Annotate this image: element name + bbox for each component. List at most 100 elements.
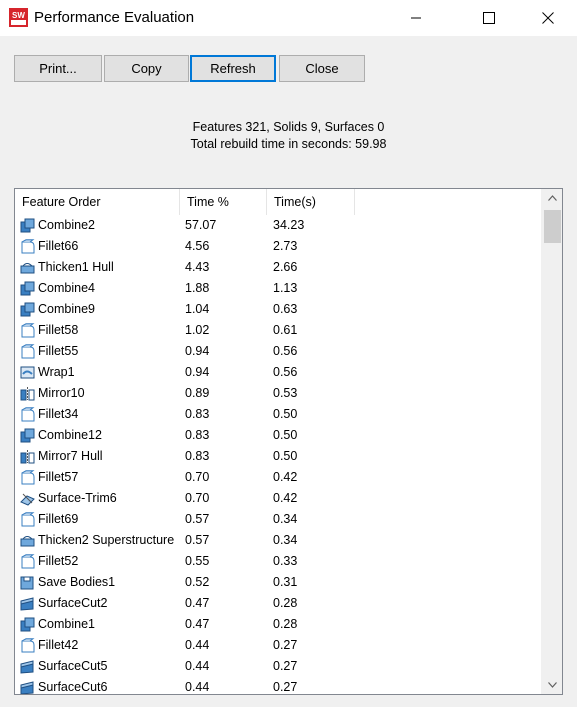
- feature-name: SurfaceCut6: [38, 680, 108, 694]
- print-button[interactable]: Print...: [14, 55, 102, 82]
- table-row[interactable]: Fillet66 4.56 2.73: [15, 236, 542, 257]
- feature-list[interactable]: Feature Order Time % Time(s) Combine2 57.…: [14, 188, 563, 695]
- close-window-button[interactable]: [525, 0, 571, 36]
- column-header-time-seconds[interactable]: Time(s): [267, 189, 355, 215]
- combine-icon: [20, 281, 35, 296]
- chevron-down-icon: [547, 682, 557, 688]
- minimize-button[interactable]: [393, 0, 439, 36]
- table-row[interactable]: SurfaceCut5 0.44 0.27: [15, 656, 542, 677]
- fillet-icon: [21, 470, 35, 485]
- minimize-icon: [411, 17, 421, 19]
- fillet-icon: [21, 638, 35, 653]
- column-header-feature-order[interactable]: Feature Order: [15, 189, 180, 215]
- table-row[interactable]: Mirror7 Hull 0.83 0.50: [15, 446, 542, 467]
- table-row[interactable]: Mirror10 0.89 0.53: [15, 383, 542, 404]
- feature-name: Fillet34: [38, 407, 79, 421]
- table-row[interactable]: Fillet42 0.44 0.27: [15, 635, 542, 656]
- feature-name: Fillet42: [38, 638, 79, 652]
- table-row[interactable]: Fillet55 0.94 0.56: [15, 341, 542, 362]
- time-seconds: 0.56: [273, 365, 298, 379]
- table-row[interactable]: Thicken2 Superstructure 0.57 0.34: [15, 530, 542, 551]
- time-percent: 0.83: [185, 407, 210, 421]
- time-seconds: 2.66: [273, 260, 298, 274]
- feature-name: Fillet55: [38, 344, 79, 358]
- feature-name: SurfaceCut2: [38, 596, 108, 610]
- feature-name: Combine2: [38, 218, 95, 232]
- time-seconds: 0.33: [273, 554, 298, 568]
- surface-cut-icon: [20, 597, 34, 611]
- time-seconds: 34.23: [273, 218, 305, 232]
- surface-cut-icon: [20, 660, 34, 674]
- time-seconds: 0.56: [273, 344, 298, 358]
- wrap-icon: [20, 366, 35, 379]
- time-percent: 0.44: [185, 659, 210, 673]
- summary-rebuild-time: Total rebuild time in seconds: 59.98: [190, 137, 387, 151]
- surface-cut-icon: [20, 681, 34, 694]
- time-seconds: 0.63: [273, 302, 298, 316]
- time-seconds: 0.42: [273, 491, 298, 505]
- feature-name: Surface-Trim6: [38, 491, 117, 505]
- scrollbar-thumb[interactable]: [544, 210, 561, 243]
- table-row[interactable]: Fillet58 1.02 0.61: [15, 320, 542, 341]
- table-row[interactable]: Wrap1 0.94 0.56: [15, 362, 542, 383]
- time-percent: 0.70: [185, 470, 210, 484]
- list-header: Feature Order Time % Time(s): [15, 189, 535, 215]
- time-percent: 0.47: [185, 596, 210, 610]
- summary-counts: Features 321, Solids 9, Surfaces 0: [192, 120, 385, 134]
- column-header-time-percent[interactable]: Time %: [180, 189, 267, 215]
- time-seconds: 1.13: [273, 281, 298, 295]
- time-seconds: 0.27: [273, 680, 298, 694]
- time-seconds: 0.34: [273, 533, 298, 547]
- time-percent: 0.44: [185, 638, 210, 652]
- table-row[interactable]: Combine1 0.47 0.28: [15, 614, 542, 635]
- scroll-down-button[interactable]: [542, 676, 562, 694]
- time-seconds: 0.31: [273, 575, 298, 589]
- table-row[interactable]: Fillet57 0.70 0.42: [15, 467, 542, 488]
- table-row[interactable]: Fillet69 0.57 0.34: [15, 509, 542, 530]
- time-seconds: 0.28: [273, 617, 298, 631]
- window-title: Performance Evaluation: [34, 9, 195, 26]
- time-percent: 0.55: [185, 554, 210, 568]
- feature-name: Mirror7 Hull: [38, 449, 103, 463]
- close-button[interactable]: Close: [279, 55, 365, 82]
- table-row[interactable]: Save Bodies1 0.52 0.31: [15, 572, 542, 593]
- combine-icon: [20, 218, 35, 233]
- scroll-up-button[interactable]: [542, 189, 562, 207]
- table-row[interactable]: Combine9 1.04 0.63: [15, 299, 542, 320]
- time-percent: 0.57: [185, 533, 210, 547]
- table-row[interactable]: Fillet52 0.55 0.33: [15, 551, 542, 572]
- time-percent: 0.70: [185, 491, 210, 505]
- copy-button[interactable]: Copy: [104, 55, 189, 82]
- time-percent: 0.83: [185, 428, 210, 442]
- time-percent: 0.52: [185, 575, 210, 589]
- maximize-button[interactable]: [466, 0, 512, 36]
- table-row[interactable]: SurfaceCut6 0.44 0.27: [15, 677, 542, 694]
- feature-name: Thicken2 Superstructure: [38, 533, 175, 547]
- fillet-icon: [21, 344, 35, 359]
- feature-name: Combine9: [38, 302, 95, 316]
- save-bodies-icon: [20, 576, 34, 590]
- time-seconds: 0.42: [273, 470, 298, 484]
- time-seconds: 0.61: [273, 323, 298, 337]
- title-bar: SW Performance Evaluation: [0, 0, 577, 36]
- table-row[interactable]: Surface-Trim6 0.70 0.42: [15, 488, 542, 509]
- feature-name: Fillet69: [38, 512, 79, 526]
- combine-icon: [20, 428, 35, 443]
- fillet-icon: [21, 512, 35, 527]
- table-row[interactable]: SurfaceCut2 0.47 0.28: [15, 593, 542, 614]
- feature-name: Fillet66: [38, 239, 79, 253]
- maximize-icon: [483, 12, 495, 24]
- fillet-icon: [21, 323, 35, 338]
- time-seconds: 0.27: [273, 659, 298, 673]
- refresh-button[interactable]: Refresh: [190, 55, 276, 82]
- time-seconds: 0.28: [273, 596, 298, 610]
- table-row[interactable]: Fillet34 0.83 0.50: [15, 404, 542, 425]
- vertical-scrollbar[interactable]: [541, 189, 562, 694]
- time-seconds: 0.50: [273, 407, 298, 421]
- table-row[interactable]: Combine12 0.83 0.50: [15, 425, 542, 446]
- table-row[interactable]: Thicken1 Hull 4.43 2.66: [15, 257, 542, 278]
- feature-name: Save Bodies1: [38, 575, 116, 589]
- table-row[interactable]: Combine4 1.88 1.13: [15, 278, 542, 299]
- table-row[interactable]: Combine2 57.07 34.23: [15, 215, 542, 236]
- feature-name: Fillet52: [38, 554, 79, 568]
